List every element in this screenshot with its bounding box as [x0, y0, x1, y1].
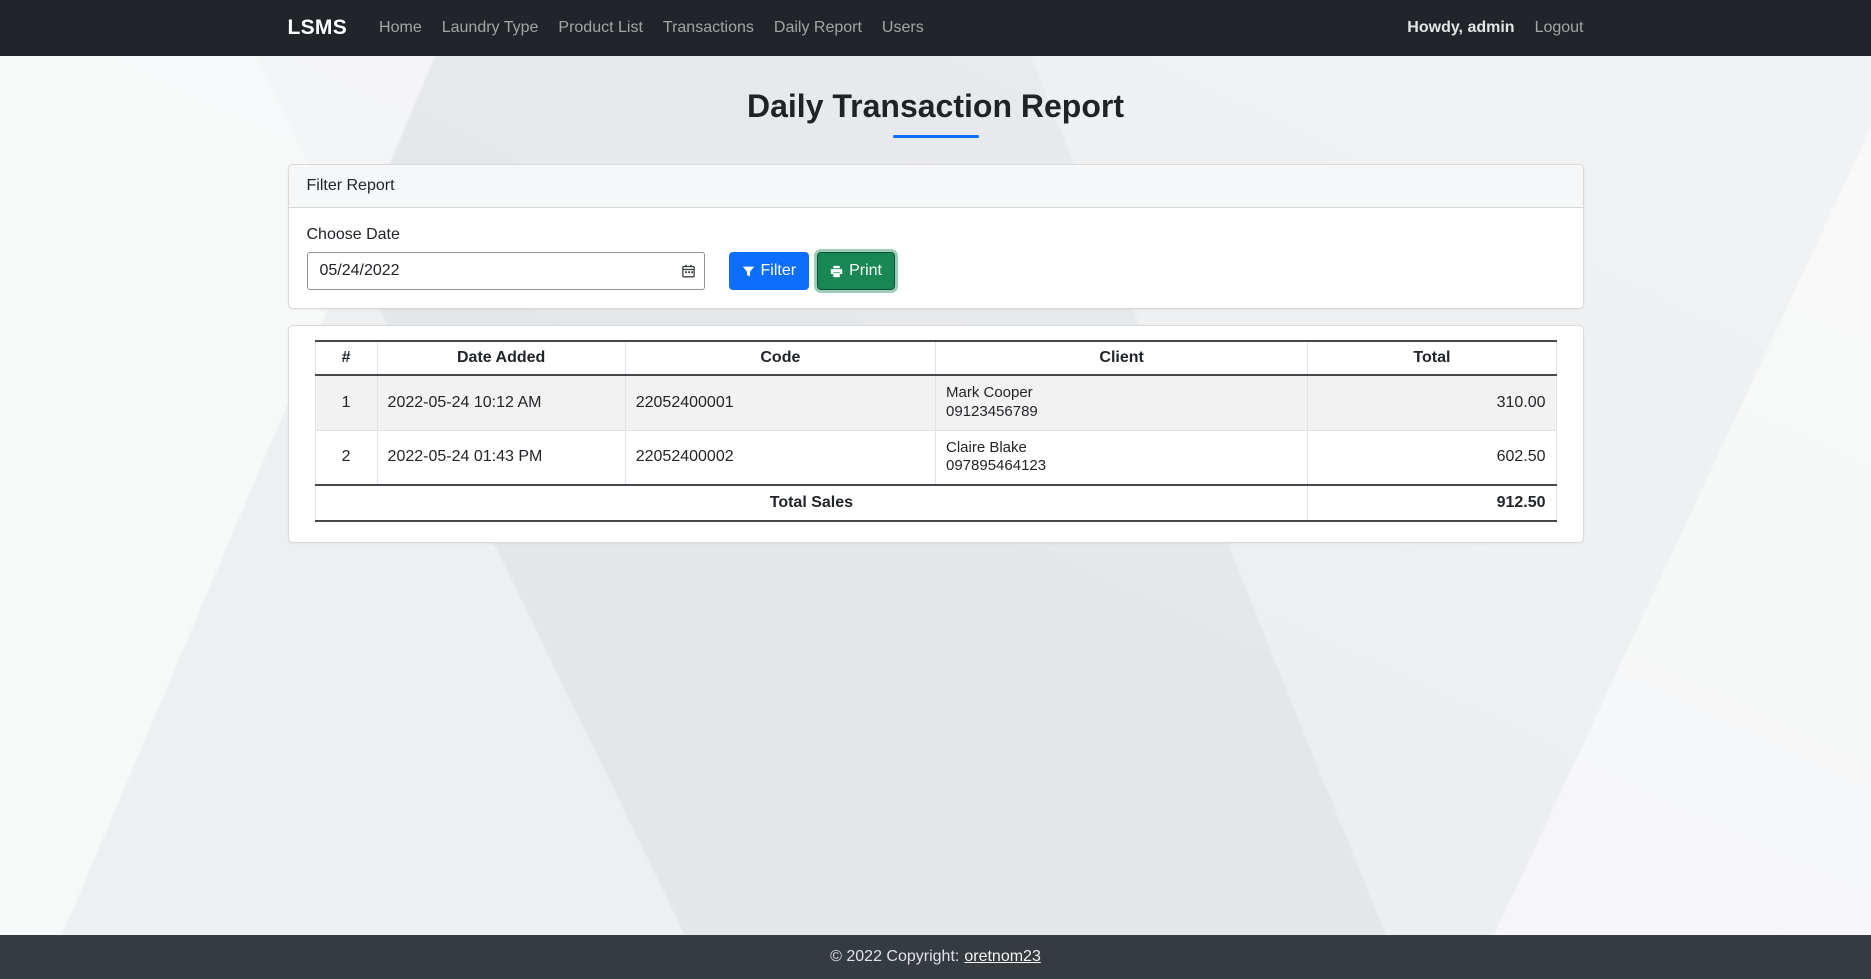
nav-item-product-list[interactable]: Product List: [548, 11, 652, 45]
client-name: Mark Cooper: [945, 384, 1033, 401]
filter-card-header: Filter Report: [288, 165, 1583, 208]
copyright-link[interactable]: oretnom23: [964, 948, 1041, 965]
main-content: Daily Transaction Report Filter Report C…: [0, 56, 1871, 935]
nav-item-laundry-type[interactable]: Laundry Type: [432, 11, 549, 45]
row-client: Claire Blake 097895464123: [934, 429, 1309, 486]
navbar: LSMS Home Laundry Type Product List Tran…: [0, 0, 1871, 56]
printer-icon: [830, 265, 843, 278]
filter-card-body: Choose Date 05/24/2022 Filter Print: [289, 208, 1583, 308]
nav-item-home[interactable]: Home: [369, 11, 432, 45]
copyright-text: © 2022 Copyright:: [830, 948, 960, 965]
col-header-total: Total: [1307, 340, 1557, 376]
row-total: 310.00: [1307, 374, 1557, 431]
logout-link[interactable]: Logout: [1535, 19, 1584, 37]
report-table: # Date Added Code Client Total 1 2022-05…: [314, 340, 1557, 522]
report-card: # Date Added Code Client Total 1 2022-05…: [287, 325, 1584, 543]
table-footer-row: Total Sales 912.50: [314, 484, 1557, 522]
brand-logo[interactable]: LSMS: [288, 16, 348, 40]
row-client: Mark Cooper 09123456789: [934, 374, 1309, 431]
col-header-client: Client: [934, 340, 1309, 376]
nav-item-transactions[interactable]: Transactions: [653, 11, 764, 45]
total-sales-label: Total Sales: [314, 484, 1309, 522]
nav-links: Home Laundry Type Product List Transacti…: [369, 11, 934, 45]
calendar-icon[interactable]: [681, 264, 696, 279]
filter-button[interactable]: Filter: [728, 252, 810, 290]
table-row: 2 2022-05-24 01:43 PM 22052400002 Claire…: [314, 429, 1557, 486]
row-total: 602.50: [1307, 429, 1557, 486]
col-header-num: #: [314, 340, 378, 376]
client-contact: 09123456789: [945, 402, 1038, 420]
funnel-icon: [742, 265, 755, 278]
row-num: 2: [314, 429, 378, 486]
page-title: Daily Transaction Report: [747, 88, 1124, 124]
print-button[interactable]: Print: [817, 252, 895, 290]
date-input[interactable]: [306, 252, 705, 290]
nav-item-daily-report[interactable]: Daily Report: [764, 11, 872, 45]
row-date-added: 2022-05-24 10:12 AM: [376, 374, 626, 431]
choose-date-label: Choose Date: [306, 226, 400, 243]
row-num: 1: [314, 374, 378, 431]
client-contact: 097895464123: [945, 457, 1047, 475]
row-date-added: 2022-05-24 01:43 PM: [376, 429, 626, 486]
col-header-code: Code: [624, 340, 936, 376]
total-sales-value: 912.50: [1307, 484, 1557, 522]
client-name: Claire Blake: [945, 438, 1027, 456]
print-button-label: Print: [849, 262, 882, 279]
row-code: 22052400002: [624, 429, 936, 486]
title-underline: [892, 135, 979, 138]
filter-card: Filter Report Choose Date 05/24/2022 Fil…: [287, 164, 1584, 309]
row-code: 22052400001: [624, 374, 936, 431]
filter-button-label: Filter: [760, 262, 797, 279]
user-greeting: Howdy, admin: [1407, 19, 1515, 36]
date-input-wrapper: [306, 252, 705, 290]
table-row: 1 2022-05-24 10:12 AM 22052400001 Mark C…: [314, 374, 1557, 431]
col-header-date: Date Added: [376, 340, 626, 376]
table-header-row: # Date Added Code Client Total: [314, 340, 1557, 376]
nav-item-users[interactable]: Users: [872, 11, 934, 45]
page-footer: © 2022 Copyright: oretnom23: [0, 935, 1871, 979]
